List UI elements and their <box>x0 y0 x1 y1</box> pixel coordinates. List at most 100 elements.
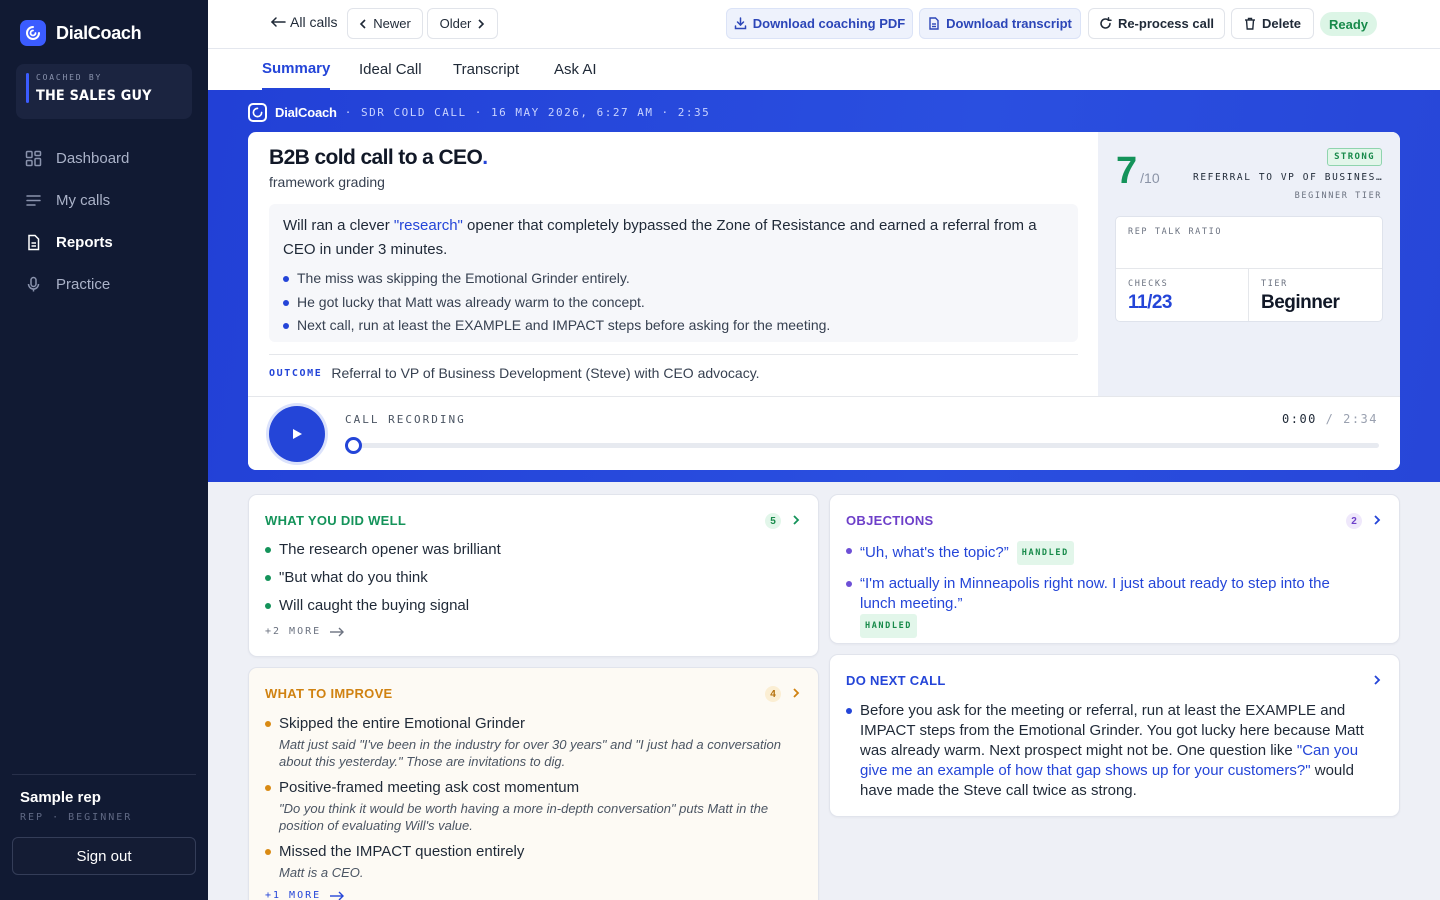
objection-text: “I'm actually in Minneapolis right now. … <box>860 575 1330 612</box>
arrow-right-icon <box>330 627 345 636</box>
tab-summary[interactable]: Summary <box>262 49 331 90</box>
improve-item-quote: Matt just said "I've been in the industr… <box>279 737 781 769</box>
next-call-panel[interactable]: DO NEXT CALL Before you ask for the meet… <box>829 654 1400 817</box>
older-button[interactable]: Older <box>427 8 498 39</box>
tier-label: TIER <box>1261 279 1288 289</box>
talk-ratio-label: REP TALK RATIO <box>1128 227 1223 237</box>
did-well-list: The research opener was brilliant "But w… <box>265 536 501 620</box>
improve-list: Skipped the entire Emotional Grinder Mat… <box>265 714 805 889</box>
chevron-right-icon[interactable] <box>789 686 803 700</box>
list-item: Missed the IMPACT question entirely Matt… <box>265 842 805 881</box>
score-badge: STRONG <box>1327 148 1382 166</box>
play-button[interactable] <box>269 406 325 462</box>
call-title: B2B cold call to a CEO. <box>269 146 488 170</box>
tab-ideal-call[interactable]: Ideal Call <box>359 49 422 90</box>
list-item: "But what do you think <box>265 564 501 592</box>
summary-bullet: The miss was skipping the Emotional Grin… <box>283 267 1064 291</box>
playback-track[interactable] <box>345 437 1379 454</box>
report-brand: DialCoach <box>275 105 337 120</box>
delete-label: Delete <box>1261 16 1302 31</box>
call-meta: · SDR COLD CALL · 16 MAY 2026, 6:27 AM ·… <box>344 106 711 119</box>
handled-badge: HANDLED <box>860 614 918 638</box>
outcome-text: Referral to VP of Business Development (… <box>331 365 760 381</box>
file-icon <box>929 17 939 30</box>
summary-lead: Will ran a clever "research" opener that… <box>283 214 1064 262</box>
user-name: Sample rep <box>20 789 101 806</box>
improve-item-title: Skipped the entire Emotional Grinder <box>279 715 525 732</box>
coached-by-label: COACHED BY <box>36 73 103 82</box>
did-well-panel[interactable]: WHAT YOU DID WELL 5 The research opener … <box>248 494 819 657</box>
download-coaching-pdf-button[interactable]: Download coaching PDF <box>726 8 913 39</box>
sidebar-nav: Dashboard My calls Reports Practice <box>16 137 192 305</box>
summary-pre: Will ran a clever <box>283 217 394 234</box>
checks-stat: CHECKS 11/23 <box>1116 269 1249 321</box>
chevron-left-icon <box>360 18 366 29</box>
improve-count: 4 <box>765 686 781 702</box>
stats-grid: REP TALK RATIO CHECKS 11/23 TIER Beginne… <box>1115 216 1383 322</box>
did-well-title: WHAT YOU DID WELL <box>265 513 407 528</box>
objection-item: “I'm actually in Minneapolis right now. … <box>846 574 1366 638</box>
objection-item: “Uh, what's the topic?” HANDLED <box>846 541 1366 565</box>
score-label: REFERRAL TO VP OF BUSINESS DEVELOPMENT <box>1193 172 1383 183</box>
call-subtitle: framework grading <box>269 174 385 190</box>
sidebar-item-dashboard[interactable]: Dashboard <box>16 137 192 179</box>
chevron-right-icon[interactable] <box>1370 513 1384 527</box>
chevron-right-icon[interactable] <box>1370 673 1384 687</box>
tab-bar: Summary Ideal Call Transcript Ask AI <box>208 49 1440 90</box>
sign-out-button[interactable]: Sign out <box>12 837 196 875</box>
score-panel: 7 /10 STRONG REFERRAL TO VP OF BUSINESS … <box>1098 132 1400 396</box>
summary-box: Will ran a clever "research" opener that… <box>269 204 1078 342</box>
newer-button[interactable]: Newer <box>347 8 423 39</box>
microphone-icon <box>24 275 42 293</box>
time-separator: / <box>1316 412 1344 426</box>
improve-more-link[interactable]: +1 MORE <box>265 890 345 900</box>
sidebar-item-reports[interactable]: Reports <box>16 221 192 263</box>
objections-panel[interactable]: OBJECTIONS 2 “Uh, what's the topic?” HAND… <box>829 494 1400 644</box>
delete-button[interactable]: Delete <box>1231 8 1314 39</box>
reprocess-call-button[interactable]: Re-process call <box>1088 8 1225 39</box>
coached-by-card: COACHED BY THE SALES GUY <box>16 64 192 119</box>
dialcoach-logo-icon <box>20 20 46 46</box>
summary-bullet: Next call, run at least the EXAMPLE and … <box>283 314 1064 338</box>
score-denominator: /10 <box>1140 170 1160 186</box>
tier-value: Beginner <box>1261 292 1340 313</box>
improve-title: WHAT TO IMPROVE <box>265 686 393 701</box>
sidebar-item-label: My calls <box>56 191 111 209</box>
download-transcript-button[interactable]: Download transcript <box>919 8 1081 39</box>
reprocess-label: Re-process call <box>1117 16 1215 31</box>
improve-item-title: Missed the IMPACT question entirely <box>279 843 525 860</box>
improve-item-title: Positive-framed meeting ask cost momentu… <box>279 779 580 796</box>
list-item: Will caught the buying signal <box>265 592 501 620</box>
summary-quote: "research" <box>393 217 463 234</box>
objections-title: OBJECTIONS <box>846 513 934 528</box>
report-header: DialCoach · SDR COLD CALL · 16 MAY 2026,… <box>248 103 710 122</box>
brand[interactable]: DialCoach <box>20 20 142 46</box>
summary-bullets: The miss was skipping the Emotional Grin… <box>283 267 1064 338</box>
coach-name: THE SALES GUY <box>36 88 152 104</box>
all-calls-link[interactable]: All calls <box>270 14 337 30</box>
chevron-right-icon[interactable] <box>789 513 803 527</box>
handled-badge: HANDLED <box>1016 541 1074 565</box>
did-well-count: 5 <box>765 513 781 529</box>
did-well-more-link[interactable]: +2 MORE <box>265 626 345 637</box>
arrow-left-icon <box>270 17 286 27</box>
improve-panel[interactable]: WHAT TO IMPROVE 4 Skipped the entire Emo… <box>248 667 819 900</box>
sidebar-item-label: Dashboard <box>56 149 130 167</box>
sidebar-item-my-calls[interactable]: My calls <box>16 179 192 221</box>
list-item: The research opener was brilliant <box>265 536 501 564</box>
report-hero: DialCoach · SDR COLD CALL · 16 MAY 2026,… <box>208 90 1440 482</box>
tab-ask-ai[interactable]: Ask AI <box>554 49 597 90</box>
brand-name: DialCoach <box>56 22 142 43</box>
list-item: Before you ask for the meeting or referr… <box>846 701 1386 801</box>
sidebar-item-label: Practice <box>56 275 111 293</box>
summary-bullet: He got lucky that Matt was already warm … <box>283 291 1064 315</box>
tab-transcript[interactable]: Transcript <box>453 49 519 90</box>
toolbar: All calls Newer Older Download coaching … <box>208 0 1440 49</box>
sidebar-item-practice[interactable]: Practice <box>16 263 192 305</box>
older-label: Older <box>439 16 472 31</box>
more-label: +1 MORE <box>265 890 322 900</box>
dialcoach-logo-icon <box>248 103 267 122</box>
playback-scrubber[interactable] <box>345 437 362 454</box>
summary-card: B2B cold call to a CEO. framework gradin… <box>248 132 1400 470</box>
list-item: Positive-framed meeting ask cost momentu… <box>265 778 805 834</box>
